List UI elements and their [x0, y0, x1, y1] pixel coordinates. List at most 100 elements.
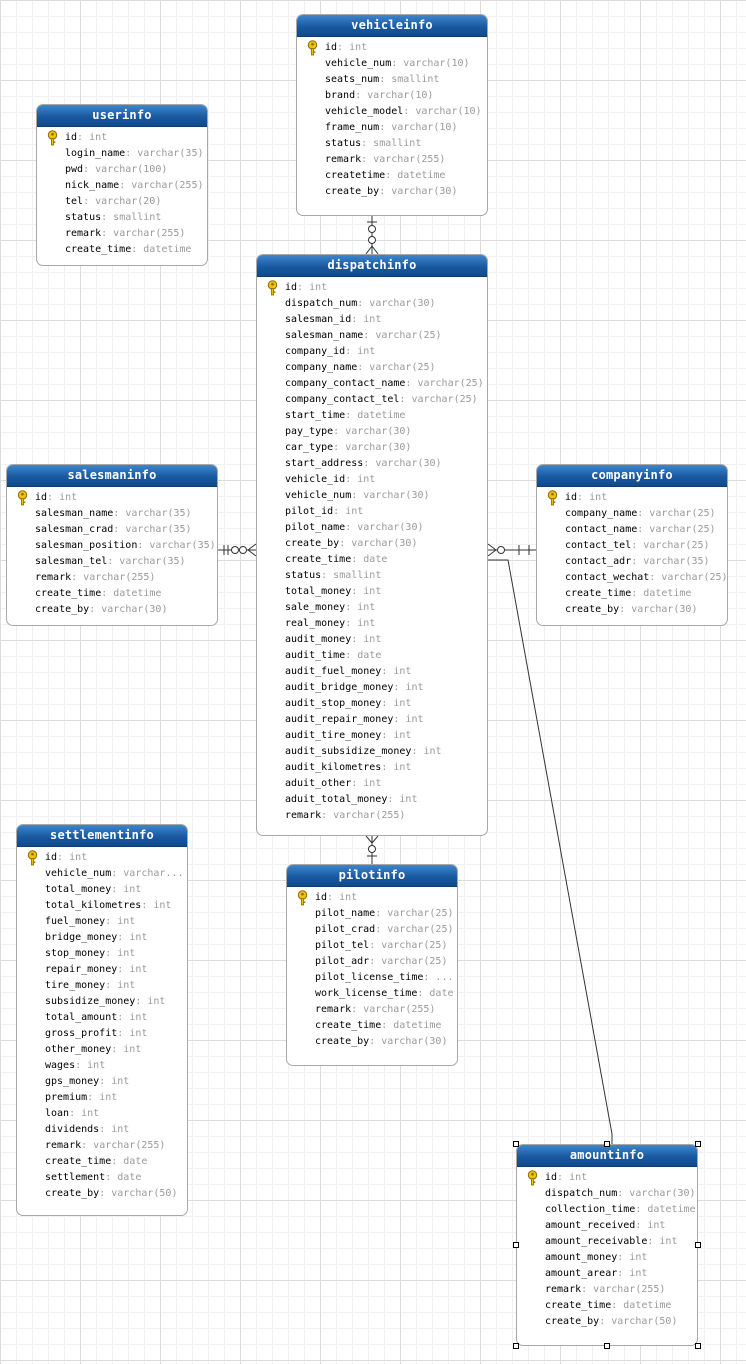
field-row[interactable]: company_id: int	[257, 344, 487, 360]
field-row[interactable]: gps_money: int	[17, 1074, 187, 1090]
field-row[interactable]: create_by: varchar(30)	[257, 536, 487, 552]
field-row[interactable]: create_time: datetime	[517, 1298, 697, 1314]
field-row[interactable]: audit_kilometres: int	[257, 760, 487, 776]
field-row[interactable]: create_time: datetime	[537, 586, 727, 602]
field-row[interactable]: createtime: datetime	[297, 168, 487, 184]
field-row[interactable]: sale_money: int	[257, 600, 487, 616]
field-row[interactable]: settlement: date	[17, 1170, 187, 1186]
table-amountinfo[interactable]: amountinfo id: int dispatch_num: varchar(3…	[516, 1144, 698, 1346]
field-row[interactable]: nick_name: varchar(255)	[37, 178, 207, 194]
field-row[interactable]: premium: int	[17, 1090, 187, 1106]
field-row[interactable]: salesman_name: varchar(25)	[257, 328, 487, 344]
field-row[interactable]: id: int	[37, 130, 207, 146]
field-row[interactable]: vehicle_num: varchar(10)	[297, 56, 487, 72]
field-row[interactable]: company_name: varchar(25)	[537, 506, 727, 522]
field-row[interactable]: audit_tire_money: int	[257, 728, 487, 744]
field-row[interactable]: collection_time: datetime	[517, 1202, 697, 1218]
field-row[interactable]: pilot_name: varchar(25)	[287, 906, 457, 922]
resize-handle[interactable]	[695, 1242, 701, 1248]
field-row[interactable]: id: int	[7, 490, 217, 506]
field-row[interactable]: pilot_license_time: ...	[287, 970, 457, 986]
field-row[interactable]: tire_money: int	[17, 978, 187, 994]
field-row[interactable]: audit_subsidize_money: int	[257, 744, 487, 760]
field-row[interactable]: pilot_crad: varchar(25)	[287, 922, 457, 938]
field-row[interactable]: remark: varchar(255)	[287, 1002, 457, 1018]
resize-handle[interactable]	[513, 1343, 519, 1349]
field-row[interactable]: frame_num: varchar(10)	[297, 120, 487, 136]
field-row[interactable]: id: int	[257, 280, 487, 296]
field-row[interactable]: create_by: varchar(50)	[517, 1314, 697, 1330]
field-row[interactable]: pilot_name: varchar(30)	[257, 520, 487, 536]
field-row[interactable]: audit_repair_money: int	[257, 712, 487, 728]
field-row[interactable]: repair_money: int	[17, 962, 187, 978]
field-row[interactable]: start_time: datetime	[257, 408, 487, 424]
field-row[interactable]: status: smallint	[37, 210, 207, 226]
field-row[interactable]: tel: varchar(20)	[37, 194, 207, 210]
field-row[interactable]: status: smallint	[297, 136, 487, 152]
field-row[interactable]: bridge_money: int	[17, 930, 187, 946]
field-row[interactable]: remark: varchar(255)	[17, 1138, 187, 1154]
field-row[interactable]: audit_stop_money: int	[257, 696, 487, 712]
field-row[interactable]: vehicle_num: varchar...	[17, 866, 187, 882]
field-row[interactable]: contact_wechat: varchar(25)	[537, 570, 727, 586]
resize-handle[interactable]	[604, 1141, 610, 1147]
field-row[interactable]: login_name: varchar(35)	[37, 146, 207, 162]
field-row[interactable]: create_time: datetime	[7, 586, 217, 602]
field-row[interactable]: create_time: date	[17, 1154, 187, 1170]
field-row[interactable]: total_kilometres: int	[17, 898, 187, 914]
field-row[interactable]: seats_num: smallint	[297, 72, 487, 88]
field-row[interactable]: vehicle_id: int	[257, 472, 487, 488]
field-row[interactable]: pay_type: varchar(30)	[257, 424, 487, 440]
field-row[interactable]: remark: varchar(255)	[257, 808, 487, 824]
field-row[interactable]: vehicle_model: varchar(10)	[297, 104, 487, 120]
field-row[interactable]: work_license_time: date	[287, 986, 457, 1002]
field-row[interactable]: id: int	[297, 40, 487, 56]
field-row[interactable]: salesman_position: varchar(35)	[7, 538, 217, 554]
field-row[interactable]: total_money: int	[257, 584, 487, 600]
field-row[interactable]: remark: varchar(255)	[37, 226, 207, 242]
field-row[interactable]: id: int	[17, 850, 187, 866]
field-row[interactable]: remark: varchar(255)	[517, 1282, 697, 1298]
field-row[interactable]: pilot_tel: varchar(25)	[287, 938, 457, 954]
field-row[interactable]: id: int	[537, 490, 727, 506]
field-row[interactable]: salesman_name: varchar(35)	[7, 506, 217, 522]
field-row[interactable]: amount_arear: int	[517, 1266, 697, 1282]
field-row[interactable]: car_type: varchar(30)	[257, 440, 487, 456]
field-row[interactable]: remark: varchar(255)	[297, 152, 487, 168]
table-dispatchinfo[interactable]: dispatchinfo id: int dispatch_num: varchar…	[256, 254, 488, 836]
table-pilotinfo[interactable]: pilotinfo id: int pilot_name: varchar(25) p…	[286, 864, 458, 1066]
field-row[interactable]: total_money: int	[17, 882, 187, 898]
field-row[interactable]: id: int	[517, 1170, 697, 1186]
table-salesmaninfo[interactable]: salesmaninfo id: int salesman_name: varcha…	[6, 464, 218, 626]
field-row[interactable]: dispatch_num: varchar(30)	[257, 296, 487, 312]
field-row[interactable]: aduit_other: int	[257, 776, 487, 792]
field-row[interactable]: start_address: varchar(30)	[257, 456, 487, 472]
field-row[interactable]: aduit_total_money: int	[257, 792, 487, 808]
field-row[interactable]: create_time: datetime	[37, 242, 207, 258]
resize-handle[interactable]	[513, 1242, 519, 1248]
field-row[interactable]: brand: varchar(10)	[297, 88, 487, 104]
field-row[interactable]: company_contact_tel: varchar(25)	[257, 392, 487, 408]
resize-handle[interactable]	[695, 1141, 701, 1147]
field-row[interactable]: pilot_id: int	[257, 504, 487, 520]
field-row[interactable]: company_name: varchar(25)	[257, 360, 487, 376]
field-row[interactable]: audit_time: date	[257, 648, 487, 664]
field-row[interactable]: create_by: varchar(30)	[7, 602, 217, 618]
field-row[interactable]: contact_tel: varchar(25)	[537, 538, 727, 554]
table-vehicleinfo[interactable]: vehicleinfo id: int vehicle_num: varchar(1…	[296, 14, 488, 216]
field-row[interactable]: create_by: varchar(30)	[287, 1034, 457, 1050]
field-row[interactable]: company_contact_name: varchar(25)	[257, 376, 487, 392]
field-row[interactable]: other_money: int	[17, 1042, 187, 1058]
resize-handle[interactable]	[513, 1141, 519, 1147]
field-row[interactable]: dividends: int	[17, 1122, 187, 1138]
table-userinfo[interactable]: userinfo id: int login_name: varchar(35) pw…	[36, 104, 208, 266]
field-row[interactable]: pwd: varchar(100)	[37, 162, 207, 178]
field-row[interactable]: audit_money: int	[257, 632, 487, 648]
field-row[interactable]: id: int	[287, 890, 457, 906]
field-row[interactable]: stop_money: int	[17, 946, 187, 962]
field-row[interactable]: pilot_adr: varchar(25)	[287, 954, 457, 970]
field-row[interactable]: loan: int	[17, 1106, 187, 1122]
table-companyinfo[interactable]: companyinfo id: int company_name: varchar(…	[536, 464, 728, 626]
field-row[interactable]: amount_receivable: int	[517, 1234, 697, 1250]
field-row[interactable]: fuel_money: int	[17, 914, 187, 930]
